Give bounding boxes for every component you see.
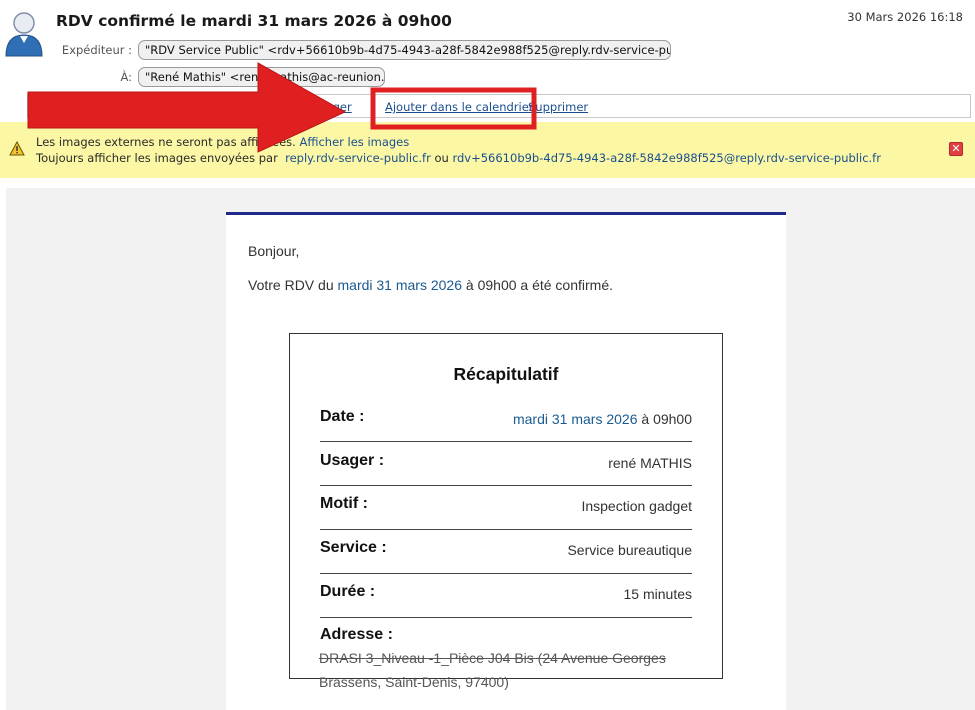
duree-label: Durée : [320, 583, 376, 600]
date-label: Date : [320, 408, 365, 425]
adresse-label: Adresse : [320, 626, 393, 643]
recap-row-date: Date : mardi 31 mars 2026 à 09h00 [320, 398, 692, 442]
intro-text: Votre RDV du mardi 31 mars 2026 à 09h00 … [248, 277, 613, 293]
external-images-notice: Les images externes ne seront pas affich… [0, 122, 975, 178]
download-link[interactable]: Télécharger [285, 100, 352, 114]
recap-row-duree: Durée : 15 minutes [320, 574, 692, 618]
always-show-sender-link[interactable]: rdv+56610b9b-4d75-4943-a28f-5842e988f525… [452, 151, 881, 165]
contact-avatar-icon [5, 12, 43, 57]
motif-value: Inspection gadget [581, 498, 692, 514]
service-value: Service bureautique [567, 542, 692, 558]
duree-value: 15 minutes [623, 586, 692, 602]
recap-row-motif: Motif : Inspection gadget [320, 486, 692, 530]
message-subject: RDV confirmé le mardi 31 mars 2026 à 09h… [56, 12, 452, 30]
warning-icon [9, 141, 25, 156]
add-to-calendar-link[interactable]: Ajouter dans le calendrier [385, 100, 534, 114]
always-show-domain-link[interactable]: reply.rdv-service-public.fr [285, 151, 431, 165]
motif-label: Motif : [320, 495, 368, 512]
delete-link[interactable]: Supprimer [528, 100, 588, 114]
attachment-action-bar: Télécharger Ajouter dans le calendrier S… [27, 94, 971, 118]
notice-line-1: Les images externes ne seront pas affich… [36, 135, 409, 149]
service-label: Service : [320, 539, 387, 556]
email-card: Bonjour, Votre RDV du mardi 31 mars 2026… [226, 212, 786, 710]
date-value-time: à 09h00 [641, 411, 692, 427]
usager-value: rené MATHIS [608, 455, 692, 471]
notice-text-1: Les images externes ne seront pas affich… [36, 135, 296, 149]
date-value: mardi 31 mars 2026 à 09h00 [513, 411, 692, 427]
intro-date-link[interactable]: mardi 31 mars 2026 [338, 277, 463, 293]
recap-box: Récapitulatif Date : mardi 31 mars 2026 … [289, 333, 723, 679]
notice-text-2: Toujours afficher les images envoyées pa… [36, 151, 278, 165]
recap-row-usager: Usager : rené MATHIS [320, 442, 692, 486]
recap-title: Récapitulatif [453, 364, 559, 384]
date-value-link[interactable]: mardi 31 mars 2026 [513, 411, 638, 427]
adresse-line-1: DRASI 3_Niveau -1_Pièce J04 Bis (24 Aven… [319, 650, 666, 666]
recap-row-service: Service : Service bureautique [320, 530, 692, 574]
close-icon[interactable]: ✕ [949, 142, 963, 156]
usager-label: Usager : [320, 452, 385, 469]
intro-after: à 09h00 a été confirmé. [465, 277, 614, 293]
adresse-line-2: Brassens, Saint-Denis, 97400) [319, 674, 509, 690]
recipient-address-pill[interactable]: "René Mathis" <rene.mathis@ac-reunion.fr… [138, 67, 385, 87]
message-header: RDV confirmé le mardi 31 mars 2026 à 09h… [0, 0, 975, 120]
message-date: 30 Mars 2026 16:18 [847, 10, 963, 24]
intro-before: Votre RDV du [248, 277, 334, 293]
sender-address-pill[interactable]: "RDV Service Public" <rdv+56610b9b-4d75-… [138, 40, 671, 60]
show-images-link[interactable]: Afficher les images [299, 135, 409, 149]
from-label: Expéditeur : [61, 43, 132, 57]
notice-line-2: Toujours afficher les images envoyées pa… [36, 151, 881, 165]
to-label: À: [120, 70, 132, 84]
greeting-text: Bonjour, [248, 243, 300, 259]
message-body: Bonjour, Votre RDV du mardi 31 mars 2026… [6, 188, 975, 710]
notice-or-text: ou [434, 151, 449, 165]
